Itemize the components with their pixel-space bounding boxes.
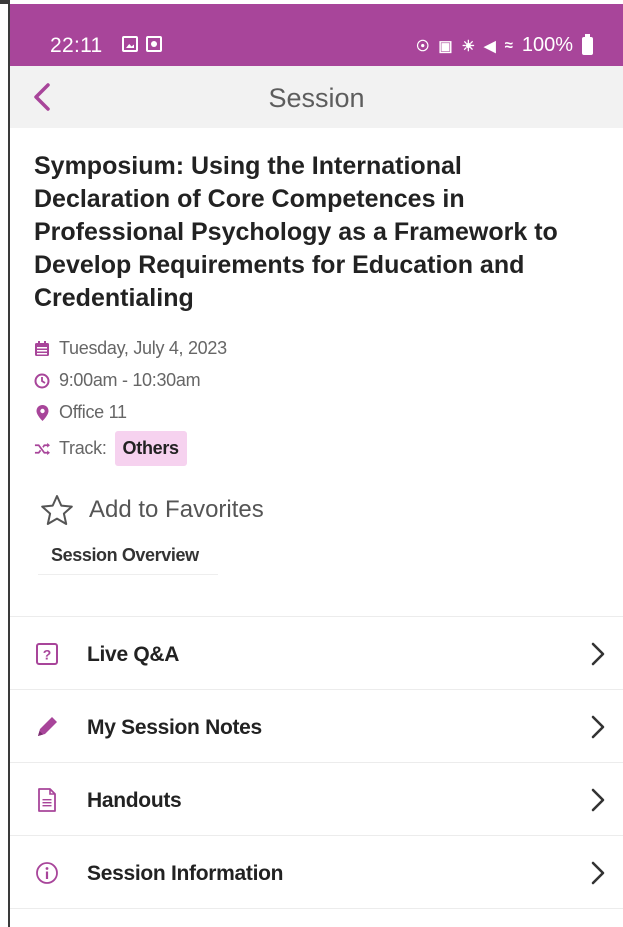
app-header: Session	[10, 66, 623, 128]
session-location: Office 11	[59, 402, 127, 422]
chevron-right-icon	[591, 715, 605, 739]
status-time: 22:11	[50, 34, 103, 57]
menu-item-live-qa[interactable]: ? Live Q&A	[10, 617, 623, 690]
map-pin-icon	[34, 404, 50, 421]
shuffle-icon	[34, 441, 50, 457]
status-bar: 22:11 ☉ ▣ ☀ ◀ ≈ 100%	[10, 4, 623, 66]
pencil-icon	[34, 714, 60, 740]
menu-item-my-session-notes[interactable]: My Session Notes	[10, 690, 623, 763]
session-menu: ? Live Q&A My Session Notes Handouts Ses…	[10, 616, 623, 909]
lock-icon: ☉	[415, 37, 430, 55]
page-title: Session	[268, 83, 365, 113]
menu-item-session-information[interactable]: Session Information	[10, 836, 623, 909]
mute-icon: ◀	[484, 37, 496, 55]
status-notification-icons	[122, 36, 162, 52]
alarm-icon: ☀	[461, 37, 476, 55]
menu-item-label: Session Information	[87, 862, 284, 885]
gallery-icon	[122, 36, 138, 52]
menu-item-label: Handouts	[87, 789, 182, 812]
menu-item-handouts[interactable]: Handouts	[10, 763, 623, 836]
session-track-row: Track: Others	[34, 431, 187, 466]
menu-item-label: Live Q&A	[87, 643, 180, 666]
session-date: Tuesday, July 4, 2023	[59, 338, 227, 358]
battery-icon	[582, 33, 593, 55]
svg-text:?: ?	[43, 647, 52, 663]
clock-icon	[34, 373, 50, 389]
calendar-icon	[34, 341, 50, 357]
session-time-row: 9:00am - 10:30am	[34, 370, 201, 391]
chevron-right-icon	[591, 861, 605, 885]
wifi-signal-icon: ≈	[504, 37, 513, 54]
document-icon	[34, 787, 60, 813]
track-badge[interactable]: Others	[114, 431, 187, 466]
track-label: Track:	[59, 438, 107, 458]
battery-percent: 100%	[521, 34, 573, 56]
session-title: Symposium: Using the International Decla…	[34, 152, 558, 312]
question-box-icon: ?	[34, 641, 60, 667]
session-time: 9:00am - 10:30am	[59, 370, 201, 390]
tab-session-overview[interactable]: Session Overview	[38, 543, 218, 575]
session-date-row: Tuesday, July 4, 2023	[34, 338, 227, 359]
chevron-right-icon	[591, 788, 605, 812]
screen-record-icon	[146, 36, 162, 52]
favorites-label: Add to Favorites	[89, 496, 264, 523]
menu-item-label: My Session Notes	[87, 716, 262, 739]
session-location-row: Office 11	[34, 402, 127, 423]
info-circle-icon	[34, 860, 60, 886]
star-outline-icon	[41, 495, 73, 525]
chevron-right-icon	[591, 642, 605, 666]
nfc-icon: ▣	[438, 37, 453, 55]
add-to-favorites-button[interactable]: Add to Favorites	[40, 494, 264, 526]
status-system-icons: ☉ ▣ ☀ ◀ ≈ 100%	[415, 33, 593, 57]
